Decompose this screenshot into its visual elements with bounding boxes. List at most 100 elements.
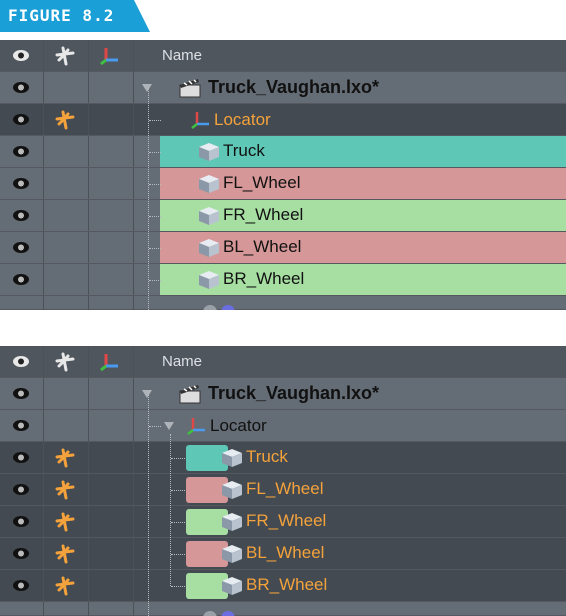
eye-icon[interactable] [12, 419, 30, 432]
mesh-cube-icon [222, 577, 242, 595]
eye-icon[interactable] [12, 209, 30, 222]
expand-triangle-icon[interactable] [142, 390, 152, 398]
tree-row-scene[interactable]: Truck_Vaughan.lxo* [0, 378, 566, 410]
tree-row-truck[interactable]: Truck [0, 442, 566, 474]
item-label: FR_Wheel [223, 205, 304, 224]
tree-row-fl-wheel[interactable]: FL_Wheel [0, 168, 566, 200]
scene-name-label: Truck_Vaughan.lxo* [208, 77, 380, 97]
locator-axis-icon [191, 112, 209, 129]
item-label: BR_Wheel [223, 269, 305, 288]
eye-icon[interactable] [12, 579, 30, 592]
locator-label: Locator [214, 110, 271, 129]
eye-icon[interactable] [12, 547, 30, 560]
expand-triangle-icon[interactable] [142, 84, 152, 92]
lock-column-header[interactable] [44, 40, 89, 71]
eye-icon[interactable] [12, 483, 30, 496]
column-header-row: Name [0, 346, 566, 378]
transform-tool-icon[interactable] [54, 110, 76, 130]
tree-branch [149, 152, 161, 153]
item-label: Truck [223, 141, 265, 160]
mesh-cube-icon [199, 239, 219, 257]
tree-branch [149, 120, 161, 121]
mesh-cube-icon [199, 271, 219, 289]
tree-row-fr-wheel[interactable]: FR_Wheel [0, 506, 566, 538]
tree-branch [171, 522, 185, 523]
name-column-label: Name [162, 353, 203, 370]
mesh-cube-icon [222, 481, 242, 499]
material-sphere-icon [203, 611, 235, 616]
type-column-header[interactable] [89, 346, 134, 377]
eye-icon[interactable] [12, 273, 30, 286]
item-label: BL_Wheel [223, 237, 302, 256]
scene-name-label: Truck_Vaughan.lxo* [208, 383, 380, 403]
eye-icon[interactable] [12, 387, 30, 400]
tree-row-truck[interactable]: Truck [0, 136, 566, 168]
column-header-row: Name [0, 40, 566, 72]
eye-icon[interactable] [12, 113, 30, 126]
item-label: BR_Wheel [246, 575, 328, 594]
tree-branch [149, 280, 161, 281]
tree-row-partial [0, 602, 566, 616]
tree-branch [149, 248, 161, 249]
eye-icon [13, 356, 29, 367]
lock-column-header[interactable] [44, 346, 89, 377]
eye-icon[interactable] [12, 81, 30, 94]
item-label: FL_Wheel [246, 479, 324, 498]
visibility-column-header[interactable] [0, 40, 44, 71]
visibility-column-header[interactable] [0, 346, 44, 377]
name-column-label: Name [162, 47, 203, 64]
eye-icon[interactable] [12, 145, 30, 158]
mesh-cube-icon [222, 513, 242, 531]
material-sphere-icon [203, 305, 235, 310]
item-label: BL_Wheel [246, 543, 325, 562]
clapperboard-icon [179, 385, 201, 404]
tree-branch [149, 184, 161, 185]
locator-axis-icon [187, 418, 205, 435]
tree-row-fl-wheel[interactable]: FL_Wheel [0, 474, 566, 506]
mesh-cube-icon [199, 175, 219, 193]
tree-row-locator[interactable]: Locator [0, 104, 566, 136]
transform-tool-icon[interactable] [54, 448, 76, 468]
tree-row-br-wheel[interactable]: BR_Wheel [0, 570, 566, 602]
type-column-header[interactable] [89, 40, 134, 71]
eye-icon[interactable] [12, 515, 30, 528]
tree-guide-line [148, 88, 149, 310]
name-column-header[interactable]: Name [134, 40, 566, 71]
tree-branch [149, 216, 161, 217]
tree-branch [171, 554, 185, 555]
tree-branch [149, 426, 161, 427]
tree-row-bl-wheel[interactable]: BL_Wheel [0, 538, 566, 570]
eye-icon[interactable] [12, 241, 30, 254]
axis-icon [100, 354, 118, 371]
transform-tool-icon [55, 352, 75, 372]
tree-row-bl-wheel[interactable]: BL_Wheel [0, 232, 566, 264]
transform-tool-icon[interactable] [54, 576, 76, 596]
mesh-cube-icon [199, 143, 219, 161]
item-list-panel-bottom: Name Truck_Vaughan.lxo* Locator Truck FL… [0, 346, 566, 616]
item-label: Truck [246, 447, 288, 466]
clapperboard-icon [179, 79, 201, 98]
mesh-cube-icon [199, 207, 219, 225]
expand-triangle-icon[interactable] [164, 422, 174, 430]
eye-icon[interactable] [12, 177, 30, 190]
tree-row-br-wheel[interactable]: BR_Wheel [0, 264, 566, 296]
tree-branch [171, 586, 185, 587]
tree-row-fr-wheel[interactable]: FR_Wheel [0, 200, 566, 232]
mesh-cube-icon [222, 545, 242, 563]
item-label: FL_Wheel [223, 173, 301, 192]
transform-tool-icon[interactable] [54, 480, 76, 500]
eye-icon [13, 50, 29, 61]
name-column-header[interactable]: Name [134, 346, 566, 377]
tree-row-locator[interactable]: Locator [0, 410, 566, 442]
transform-tool-icon [55, 46, 75, 66]
eye-icon[interactable] [12, 451, 30, 464]
tree-guide-line [148, 394, 149, 616]
tree-row-scene[interactable]: Truck_Vaughan.lxo* [0, 72, 566, 104]
tree-branch [171, 490, 185, 491]
item-list-panel-top: Name Truck_Vaughan.lxo* Locator Truck FL… [0, 40, 566, 310]
figure-label: FIGURE 8.2 [8, 6, 115, 25]
transform-tool-icon[interactable] [54, 512, 76, 532]
transform-tool-icon[interactable] [54, 544, 76, 564]
item-label: FR_Wheel [246, 511, 327, 530]
tree-row-partial [0, 296, 566, 310]
